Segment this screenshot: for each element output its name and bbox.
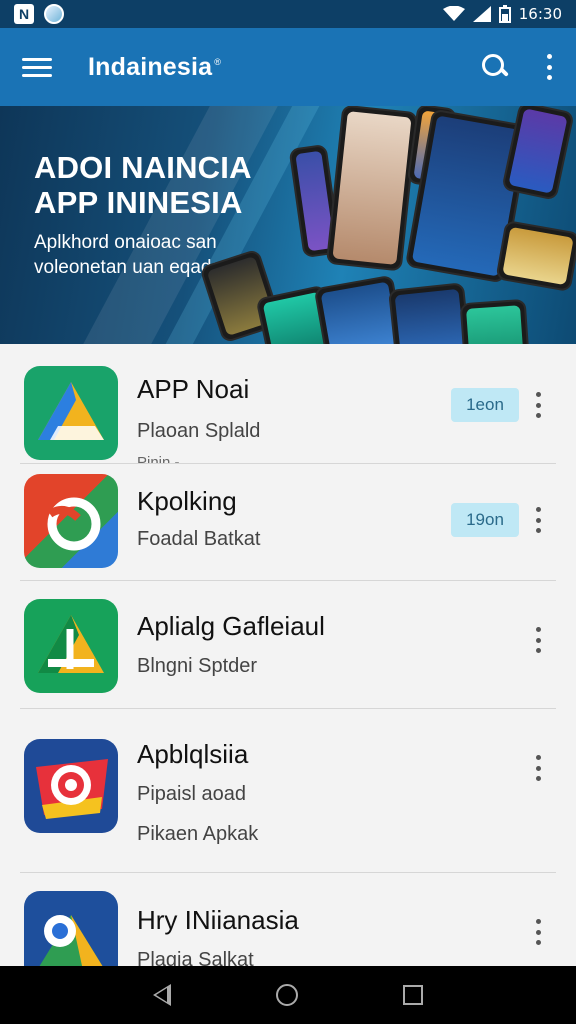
item-overflow-icon[interactable] bbox=[532, 755, 544, 781]
app-subtitle: Foadal Batkat bbox=[137, 528, 261, 550]
arrow-triangle-app-icon bbox=[24, 599, 118, 693]
banner-headline-line: ADOI NAINCIA bbox=[34, 150, 252, 185]
app-name: APP Noai bbox=[137, 374, 250, 404]
app-bar: Indainesia ® bbox=[0, 28, 576, 106]
promo-banner[interactable]: ADOI NAINCIA APP ININESIA Aplkhord onaio… bbox=[0, 106, 576, 344]
recent-apps-icon[interactable] bbox=[403, 985, 424, 1005]
app-name: Kpolking bbox=[137, 486, 237, 516]
list-item[interactable]: Kpolking Foadal Batkat 19on bbox=[0, 464, 576, 580]
home-icon[interactable] bbox=[275, 984, 298, 1006]
triangle-app-icon bbox=[24, 366, 118, 460]
item-overflow-icon[interactable] bbox=[532, 919, 544, 945]
install-badge[interactable]: 1eon bbox=[451, 388, 519, 422]
list-item[interactable]: Aplialg Gafleiaul Blngni Sptder bbox=[0, 581, 576, 709]
banner-subtitle-line: Aplkhord onaioac san bbox=[34, 232, 217, 253]
app-name: Aplialg Gafleiaul bbox=[137, 611, 325, 641]
install-badge[interactable]: 19on bbox=[451, 503, 519, 537]
back-icon[interactable] bbox=[152, 984, 171, 1006]
map-pin-app-icon bbox=[24, 891, 118, 966]
phone-illustration bbox=[325, 106, 419, 272]
list-item[interactable]: APP Noai Plaoan Splald Pinin - 1eon bbox=[0, 344, 576, 464]
app-title-text: Indainesia bbox=[88, 52, 213, 81]
item-overflow-icon[interactable] bbox=[532, 507, 544, 533]
sync-icon bbox=[44, 4, 64, 24]
item-overflow-icon[interactable] bbox=[532, 627, 544, 653]
phone-illustration bbox=[459, 298, 531, 344]
item-overflow-icon[interactable] bbox=[532, 392, 544, 418]
system-navigation-bar bbox=[0, 966, 576, 1024]
app-list: APP Noai Plaoan Splald Pinin - 1eon Kpol… bbox=[0, 344, 576, 966]
status-bar: N 16:30 bbox=[0, 0, 576, 28]
app-title: Indainesia ® bbox=[88, 53, 221, 82]
signal-icon bbox=[472, 6, 491, 22]
notification-app-icon: N bbox=[14, 4, 34, 24]
search-icon[interactable] bbox=[480, 52, 510, 82]
app-subtitle: Plagia Salkat bbox=[137, 949, 254, 966]
target-app-icon bbox=[24, 739, 118, 833]
banner-subtitle-line: voleonetan uan eqads bbox=[34, 257, 221, 278]
list-item[interactable]: Hry INiianasia Plagia Salkat bbox=[0, 873, 576, 966]
phone-illustration bbox=[495, 219, 576, 293]
wifi-icon bbox=[442, 6, 465, 21]
overflow-menu-icon[interactable] bbox=[544, 54, 554, 80]
clock-time: 16:30 bbox=[518, 5, 562, 23]
banner-headline: ADOI NAINCIA APP ININESIA bbox=[34, 150, 252, 220]
hamburger-menu-icon[interactable] bbox=[22, 52, 52, 82]
battery-icon bbox=[498, 5, 511, 23]
app-subtitle: Plaoan Splald bbox=[137, 420, 261, 442]
swirl-app-icon bbox=[24, 474, 118, 568]
phone-illustration bbox=[501, 106, 575, 201]
registered-mark: ® bbox=[214, 57, 222, 68]
app-name: Apblqlsiia bbox=[137, 739, 249, 769]
app-subtitle: Pipaisl aoad bbox=[137, 783, 246, 805]
banner-subtitle: Aplkhord onaioac san voleonetan uan eqad… bbox=[34, 230, 221, 280]
app-name: Hry INiianasia bbox=[137, 905, 299, 935]
app-subtitle: Blngni Sptder bbox=[137, 655, 258, 677]
banner-headline-line: APP ININESIA bbox=[34, 185, 243, 220]
list-item[interactable]: Apblqlsiia Pipaisl aoad Pikaen Apkak bbox=[0, 709, 576, 871]
app-extra-text: Pikaen Apkak bbox=[137, 823, 259, 845]
